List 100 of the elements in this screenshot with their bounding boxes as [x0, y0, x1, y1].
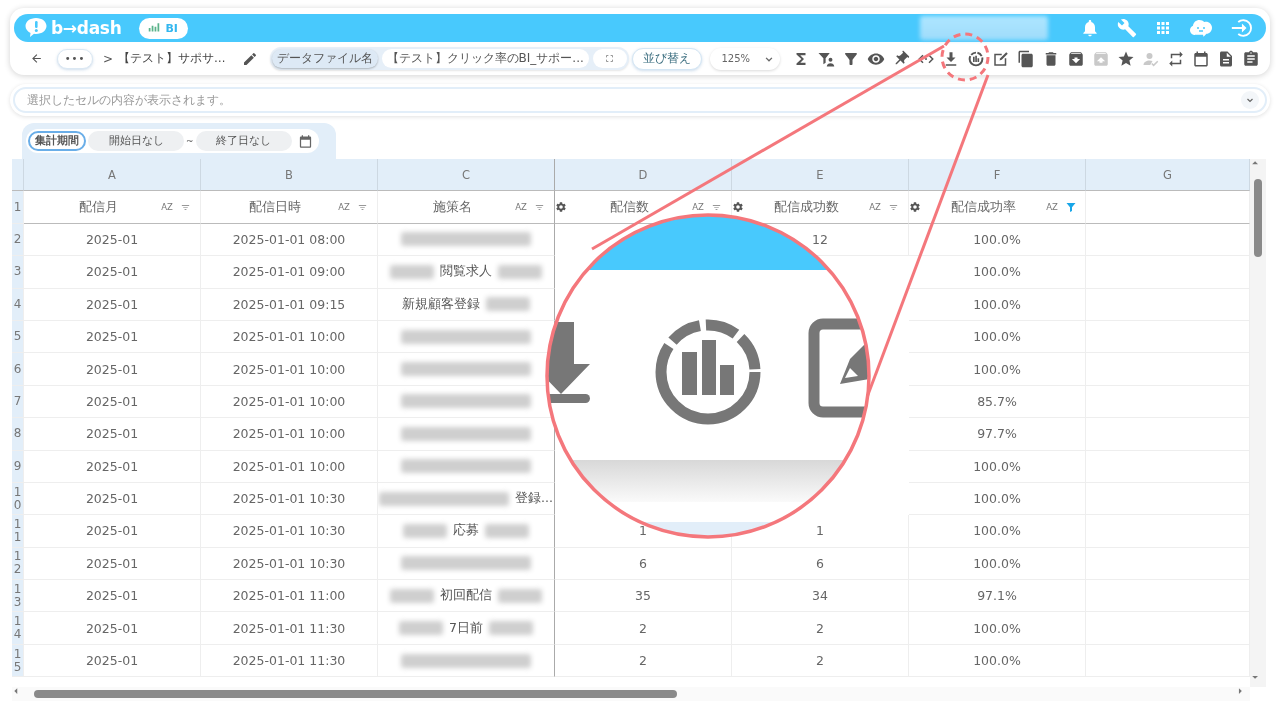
table-cell: 2025-01-01 09:00	[201, 256, 378, 289]
file-tab[interactable]: 【テスト】クリック率のBI_サポー...	[381, 49, 589, 68]
table-cell: 100.0%	[909, 547, 1086, 581]
table-cell: 2025-01-01 10:00	[201, 418, 378, 451]
table-cell-text: 応募	[453, 522, 479, 540]
column-header: 配信成功数	[772, 198, 840, 216]
table-cell: 2025-01	[24, 288, 201, 321]
column-letter: C	[378, 159, 555, 192]
range-separator: ~	[186, 136, 194, 146]
table-cell: 100.0%	[909, 644, 1086, 678]
row-number: 7	[12, 385, 24, 419]
table-cell: 2025-01	[24, 385, 201, 419]
column-header: 配信月	[77, 198, 119, 216]
table-cell: 2025-01	[24, 515, 201, 548]
sort-button[interactable]: AZ	[331, 202, 357, 213]
table-cell: 2025-01-01 10:00	[201, 353, 378, 386]
column-letter: E	[732, 159, 909, 192]
row-number: 9	[12, 450, 24, 483]
table-cell: 100.0%	[909, 612, 1086, 645]
column-letter: A	[24, 159, 201, 192]
column-header: 配信日時	[248, 198, 302, 216]
table-cell: 2025-01	[24, 256, 201, 289]
column-letter: D	[555, 159, 732, 192]
table-cell-text: 登録...	[515, 490, 553, 508]
table-cell: 100.0%	[909, 353, 1086, 386]
column-header: 配信数	[608, 198, 650, 216]
row-number: 15	[12, 644, 24, 678]
table-cell: 2025-01-01 11:30	[201, 644, 378, 678]
table-cell: 2025-01-01 10:30	[201, 515, 378, 548]
column-letter: G	[1086, 159, 1250, 192]
table-cell: 6	[555, 547, 732, 581]
breadcrumb-separator: >	[103, 51, 114, 66]
sort-button[interactable]: 並び替え	[632, 47, 702, 70]
table-cell: 97.7%	[909, 418, 1086, 451]
row-number: 10	[12, 482, 24, 516]
table-cell: 2025-01	[24, 644, 201, 678]
table-cell: 2025-01-01 08:00	[201, 223, 378, 257]
row-number: 4	[12, 288, 24, 321]
table-cell: 2025-01	[24, 418, 201, 451]
table-cell: 97.1%	[909, 580, 1086, 613]
end-date-field[interactable]: 終了日なし	[195, 131, 292, 151]
table-cell: 2025-01-01 11:30	[201, 612, 378, 645]
column-letter: B	[201, 159, 378, 192]
table-cell: 2025-01-01 09:15	[201, 288, 378, 321]
table-cell: 2025-01-01 10:30	[201, 482, 378, 516]
table-cell: 2	[555, 612, 732, 645]
sort-button[interactable]: AZ	[508, 202, 534, 213]
table-cell: 100.0%	[909, 288, 1086, 321]
row-number: 1	[12, 191, 24, 224]
table-cell: 100.0%	[909, 450, 1086, 483]
column-header: 施策名	[431, 198, 473, 216]
row-number: 2	[12, 223, 24, 257]
row-number: 14	[12, 612, 24, 645]
logo-text: b→dash	[51, 18, 122, 38]
cell-content-field[interactable]: 選択したセルの内容が表示されます。	[13, 87, 1267, 113]
table-cell: 2025-01-01 10:00	[201, 450, 378, 483]
row-number: 12	[12, 547, 24, 581]
table-cell: 2025-01	[24, 353, 201, 386]
table-cell: 2025-01	[24, 547, 201, 581]
table-cell: 2025-01	[24, 223, 201, 257]
table-cell-text: 7日前	[449, 619, 483, 637]
table-cell: 34	[732, 580, 909, 613]
table-cell: 100.0%	[909, 482, 1086, 516]
table-cell: 85.7%	[909, 385, 1086, 419]
row-number: 3	[12, 256, 24, 289]
period-tab[interactable]: 集計期間	[28, 131, 86, 151]
breadcrumb-title: 【テスト】サポサ…	[118, 51, 226, 66]
table-cell: 35	[555, 580, 732, 613]
table-cell: 2025-01-01 11:00	[201, 580, 378, 613]
table-cell: 2025-01-01 10:00	[201, 320, 378, 354]
column-header: 配信成功率	[949, 198, 1017, 216]
table-cell-text: 閲覧求人	[440, 263, 492, 281]
table-cell: 100.0%	[909, 515, 1086, 548]
more-button[interactable]: •••	[57, 48, 93, 69]
start-date-field[interactable]: 開始日なし	[88, 131, 184, 151]
row-number: 8	[12, 418, 24, 451]
sort-button[interactable]: AZ	[862, 202, 888, 213]
table-cell: 2025-01	[24, 580, 201, 613]
table-cell: 2025-01-01 10:00	[201, 385, 378, 419]
row-number: 6	[12, 353, 24, 386]
row-number: 5	[12, 320, 24, 354]
table-cell: 2	[732, 644, 909, 678]
table-cell: 6	[732, 547, 909, 581]
table-cell: 2025-01	[24, 450, 201, 483]
table-cell: 2	[732, 612, 909, 645]
table-cell: 2025-01	[24, 320, 201, 354]
zoom-select[interactable]: 125%	[710, 47, 780, 70]
sort-button[interactable]: AZ	[685, 202, 711, 213]
sort-button[interactable]: AZ	[1039, 202, 1065, 213]
table-cell-text: 初回配信	[440, 587, 492, 605]
table-cell: 100.0%	[909, 223, 1086, 257]
table-cell: 2	[555, 644, 732, 678]
row-number: 11	[12, 515, 24, 548]
file-name-tab[interactable]: データファイル名	[271, 49, 378, 68]
row-number: 13	[12, 580, 24, 613]
table-cell: 2025-01	[24, 612, 201, 645]
table-cell: 100.0%	[909, 256, 1086, 289]
sort-button[interactable]: AZ	[154, 202, 180, 213]
column-letter: F	[909, 159, 1086, 192]
table-cell: 100.0%	[909, 320, 1086, 354]
